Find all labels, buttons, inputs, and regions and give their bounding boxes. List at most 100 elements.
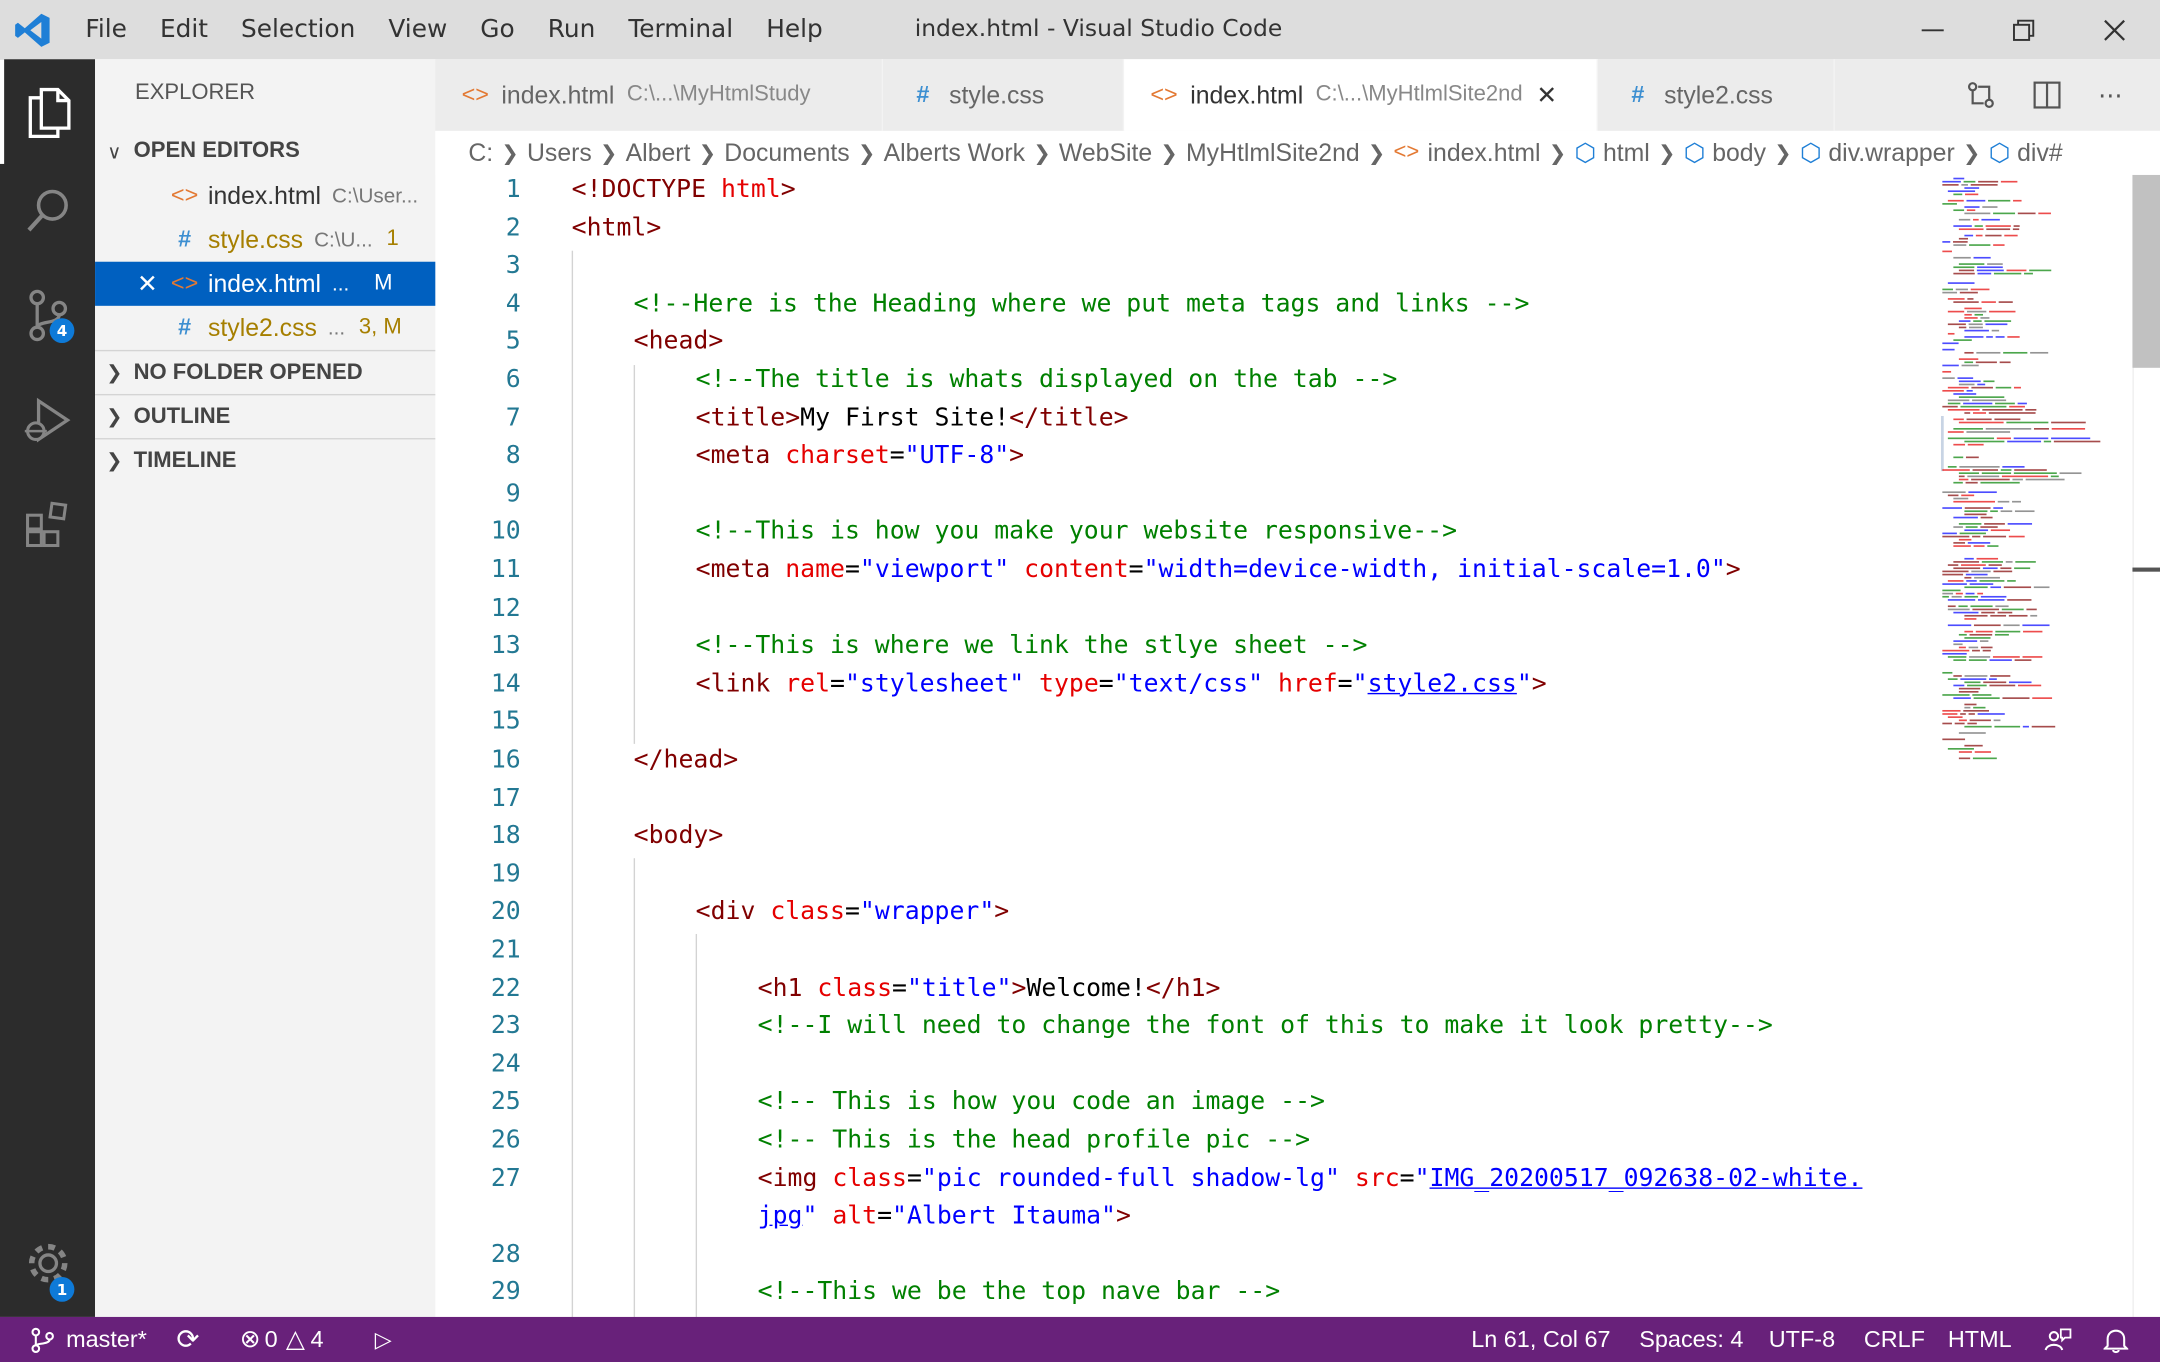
open-editors-section[interactable]: ∨ OPEN EDITORS bbox=[95, 129, 435, 173]
image-link[interactable]: jpg bbox=[758, 1201, 803, 1230]
indentation[interactable]: Spaces: 4 bbox=[1639, 1317, 1743, 1362]
minimap-line bbox=[1986, 336, 1993, 338]
tab-index-html-study[interactable]: <> index.html C:\...\MyHtmlStudy bbox=[435, 59, 884, 131]
menu-help[interactable]: Help bbox=[766, 15, 823, 44]
open-changes-button[interactable] bbox=[1953, 59, 2008, 131]
minimap-line bbox=[1974, 313, 1984, 316]
html-icon: <> bbox=[461, 81, 489, 108]
menu-go[interactable]: Go bbox=[480, 15, 514, 44]
breadcrumb-item[interactable]: Users bbox=[527, 138, 592, 167]
feedback-button[interactable] bbox=[2044, 1317, 2072, 1362]
no-folder-section[interactable]: ❯ NO FOLDER OPENED bbox=[95, 349, 436, 394]
line-endings[interactable]: CRLF bbox=[1864, 1317, 1925, 1362]
breadcrumb-item[interactable]: C: bbox=[435, 138, 493, 167]
minimap-line bbox=[2000, 180, 2018, 183]
breadcrumb-item[interactable]: Albert bbox=[626, 138, 691, 167]
minimap[interactable] bbox=[1936, 174, 2130, 1317]
scrollbar-thumb[interactable] bbox=[2132, 174, 2160, 368]
line-number: 3 bbox=[505, 250, 521, 280]
language-mode[interactable]: HTML bbox=[1948, 1317, 2012, 1362]
menu-edit[interactable]: Edit bbox=[160, 15, 208, 44]
timeline-section[interactable]: ❯ TIMELINE bbox=[95, 438, 436, 482]
open-editor-item[interactable]: × # style2.css ... 3, M bbox=[95, 306, 435, 350]
menu-selection[interactable]: Selection bbox=[241, 15, 355, 44]
minimap-line bbox=[1964, 187, 1980, 189]
minimap-line bbox=[1964, 313, 1972, 316]
open-editor-item[interactable]: × <> index.html C:\User... bbox=[95, 174, 435, 218]
code-comment: <!--Here is the Heading where we put met… bbox=[633, 289, 1530, 318]
chevron-right-icon: ❯ bbox=[106, 404, 123, 428]
branch-indicator[interactable]: master* bbox=[30, 1317, 147, 1362]
minimap-line bbox=[1947, 599, 1976, 601]
open-editor-name: style2.css bbox=[208, 313, 317, 341]
close-icon[interactable]: ✕ bbox=[128, 269, 167, 298]
minimap-line bbox=[1958, 690, 1979, 693]
breadcrumb-symbol[interactable]: body bbox=[1712, 138, 1766, 167]
run-debug-activity[interactable] bbox=[0, 368, 95, 473]
indent-guide bbox=[571, 250, 574, 1317]
image-link[interactable]: IMG_20200517_092638-02-white. bbox=[1430, 1163, 1863, 1192]
stylesheet-link[interactable]: style2.css bbox=[1368, 669, 1517, 698]
minimap-line bbox=[2030, 351, 2049, 354]
indent-guide bbox=[695, 933, 698, 1317]
minimap-line bbox=[2008, 681, 2032, 684]
split-editor-button[interactable] bbox=[2019, 59, 2074, 131]
notifications-button[interactable] bbox=[2103, 1317, 2129, 1362]
minimap-line bbox=[2000, 567, 2012, 570]
breadcrumb-symbol[interactable]: div# bbox=[2017, 138, 2063, 167]
minimap-line bbox=[1958, 421, 2004, 424]
files-icon bbox=[28, 87, 71, 139]
outline-section[interactable]: ❯ OUTLINE bbox=[95, 393, 436, 438]
minimap-line bbox=[1947, 399, 1970, 402]
explorer-activity[interactable] bbox=[0, 59, 95, 164]
tab-index-html-active[interactable]: <> index.html C:\...\MyHtlmlSite2nd ✕ bbox=[1124, 59, 1598, 131]
minimap-line bbox=[1973, 320, 1982, 322]
minimap-line bbox=[1977, 599, 2005, 601]
minimize-button[interactable] bbox=[1887, 0, 1978, 59]
encoding[interactable]: UTF-8 bbox=[1769, 1317, 1835, 1362]
breadcrumb-symbol[interactable]: div.wrapper bbox=[1828, 138, 1954, 167]
minimap-line bbox=[1958, 320, 1971, 322]
minimap-line bbox=[1973, 624, 2001, 627]
menu-run[interactable]: Run bbox=[548, 15, 596, 44]
minimap-line bbox=[2033, 586, 2050, 589]
minimap-line bbox=[1958, 538, 1972, 541]
close-window-button[interactable] bbox=[2069, 0, 2160, 59]
run-button[interactable]: ▷ bbox=[375, 1317, 392, 1362]
breadcrumb-symbol[interactable]: html bbox=[1603, 138, 1650, 167]
settings-activity[interactable]: 1 bbox=[0, 1211, 95, 1316]
chevron-right-icon: ❯ bbox=[106, 449, 123, 472]
minimap-line bbox=[2026, 608, 2037, 611]
minimap-line bbox=[2002, 697, 2030, 699]
breadcrumb-item[interactable]: Documents bbox=[724, 138, 849, 167]
menu-terminal[interactable]: Terminal bbox=[628, 15, 733, 44]
cursor-position[interactable]: Ln 61, Col 67 bbox=[1471, 1317, 1610, 1362]
breadcrumb-file[interactable]: index.html bbox=[1428, 138, 1541, 167]
close-tab-icon[interactable]: ✕ bbox=[1536, 81, 1557, 110]
code-line: <img class="pic rounded-full shadow-lg" … bbox=[757, 1163, 1863, 1193]
restore-button[interactable] bbox=[1978, 0, 2069, 59]
minimap-line bbox=[1947, 332, 1955, 335]
breadcrumb-item[interactable]: MyHtlmlSite2nd bbox=[1186, 138, 1360, 167]
open-editor-item-active[interactable]: ✕ <> index.html ... M bbox=[95, 261, 436, 306]
minimap-line bbox=[1967, 542, 1991, 544]
more-actions-button[interactable]: ⋯ bbox=[2083, 59, 2138, 131]
minimap-line bbox=[1947, 605, 1956, 608]
tab-style2-css[interactable]: # style2.css bbox=[1597, 59, 1835, 131]
source-control-activity[interactable]: 4 bbox=[0, 263, 95, 368]
minimap-line bbox=[1968, 659, 1987, 661]
menu-view[interactable]: View bbox=[388, 15, 447, 44]
menu-file[interactable]: File bbox=[85, 15, 126, 44]
minimap-line bbox=[2033, 428, 2049, 430]
sync-button[interactable]: ⟳ bbox=[176, 1317, 199, 1362]
breadcrumb-item[interactable]: Alberts Work bbox=[884, 138, 1025, 167]
code-editor[interactable]: <!DOCTYPE html> <html> <!--Here is the H… bbox=[435, 175, 1937, 1317]
tab-style-css[interactable]: # style.css bbox=[883, 59, 1125, 131]
breadcrumb-item[interactable]: WebSite bbox=[1059, 138, 1152, 167]
extensions-activity[interactable] bbox=[0, 472, 95, 577]
minimap-line bbox=[2006, 421, 2049, 424]
open-editor-item[interactable]: × # style.css C:\U... 1 bbox=[95, 218, 435, 262]
minimap-line bbox=[1958, 263, 1985, 265]
search-activity[interactable] bbox=[0, 158, 95, 263]
problems-indicator[interactable]: ⊗ 0 △ 4 bbox=[240, 1317, 324, 1362]
